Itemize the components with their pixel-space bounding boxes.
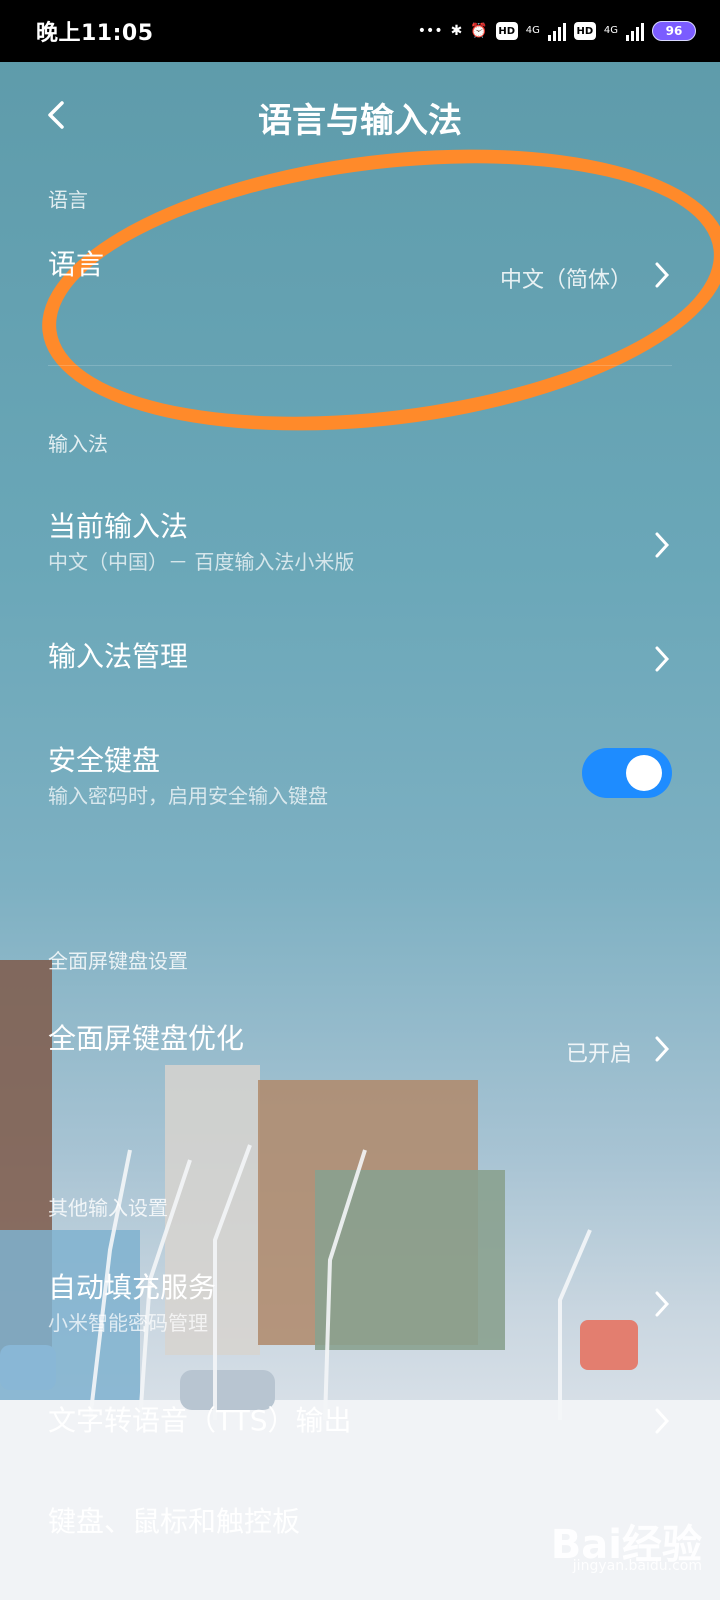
secure-keyboard-label: 安全键盘 [48,744,161,777]
network-4g-label: 4G [525,25,540,36]
autofill-subtitle: 小米智能密码管理 [48,1311,208,1335]
tts-label: 文字转语音（TTS）输出 [48,1404,352,1437]
section-language: 语言 [48,188,88,212]
autofill-label: 自动填充服务 [48,1271,217,1304]
chevron-right-icon [655,1408,670,1434]
language-row[interactable]: 语言 中文（简体） [48,248,672,318]
chevron-right-icon [655,262,670,288]
hd-icon: HD [573,22,596,40]
ime-manage-label: 输入法管理 [48,640,189,673]
autofill-row[interactable]: 自动填充服务 小米智能密码管理 [48,1271,672,1341]
status-time: 晚上11:05 [36,21,154,46]
toggle-knob [626,755,662,791]
more-icon: ••• [417,23,443,39]
back-chevron-icon[interactable] [40,98,74,132]
alarm-icon: ⏰ [470,23,488,39]
secure-keyboard-toggle[interactable] [582,748,672,798]
ime-manage-row[interactable]: 输入法管理 [48,640,672,710]
bluetooth-icon: ✱ [450,23,463,39]
chevron-right-icon [655,1291,670,1317]
status-bar: 晚上11:05 ••• ✱ ⏰ HD 4G HD 4G 96 [0,0,720,62]
chevron-right-icon [655,646,670,672]
current-ime-label: 当前输入法 [48,510,189,543]
signal-icon [626,21,644,41]
winter-town-scene [0,960,720,1600]
current-ime-subtitle: 中文（中国）－ 百度输入法小米版 [48,550,355,574]
secure-keyboard-subtitle: 输入密码时，启用安全输入键盘 [48,784,328,808]
network-4g-label: 4G [603,25,618,36]
tts-row[interactable]: 文字转语音（TTS）输出 [48,1404,672,1474]
baidu-watermark: Bai经验 jingyan.baidu.com [542,1512,702,1582]
section-other-input: 其他输入设置 [48,1196,168,1220]
status-icons: ••• ✱ ⏰ HD 4G HD 4G 96 [418,21,696,41]
hd-icon: HD [495,22,518,40]
secure-keyboard-row[interactable]: 安全键盘 输入密码时，启用安全输入键盘 [48,744,672,834]
header: 语言与输入法 [0,62,720,172]
language-value: 中文（简体） [499,268,632,293]
section-fullscreen-keyboard: 全面屏键盘设置 [48,949,188,973]
battery-icon: 96 [652,21,696,41]
fullscreen-keyboard-opt-row[interactable]: 全面屏键盘优化 已开启 [48,1022,672,1092]
chevron-right-icon [655,532,670,558]
divider [48,365,672,366]
watermark-url: jingyan.baidu.com [572,1558,702,1574]
chevron-right-icon [655,1036,670,1062]
page-title: 语言与输入法 [258,100,462,141]
signal-icon [547,21,566,41]
fullscreen-keyboard-opt-value: 已开启 [565,1042,632,1067]
current-ime-row[interactable]: 当前输入法 中文（中国）－ 百度输入法小米版 [48,510,672,580]
section-input-method: 输入法 [48,432,108,456]
